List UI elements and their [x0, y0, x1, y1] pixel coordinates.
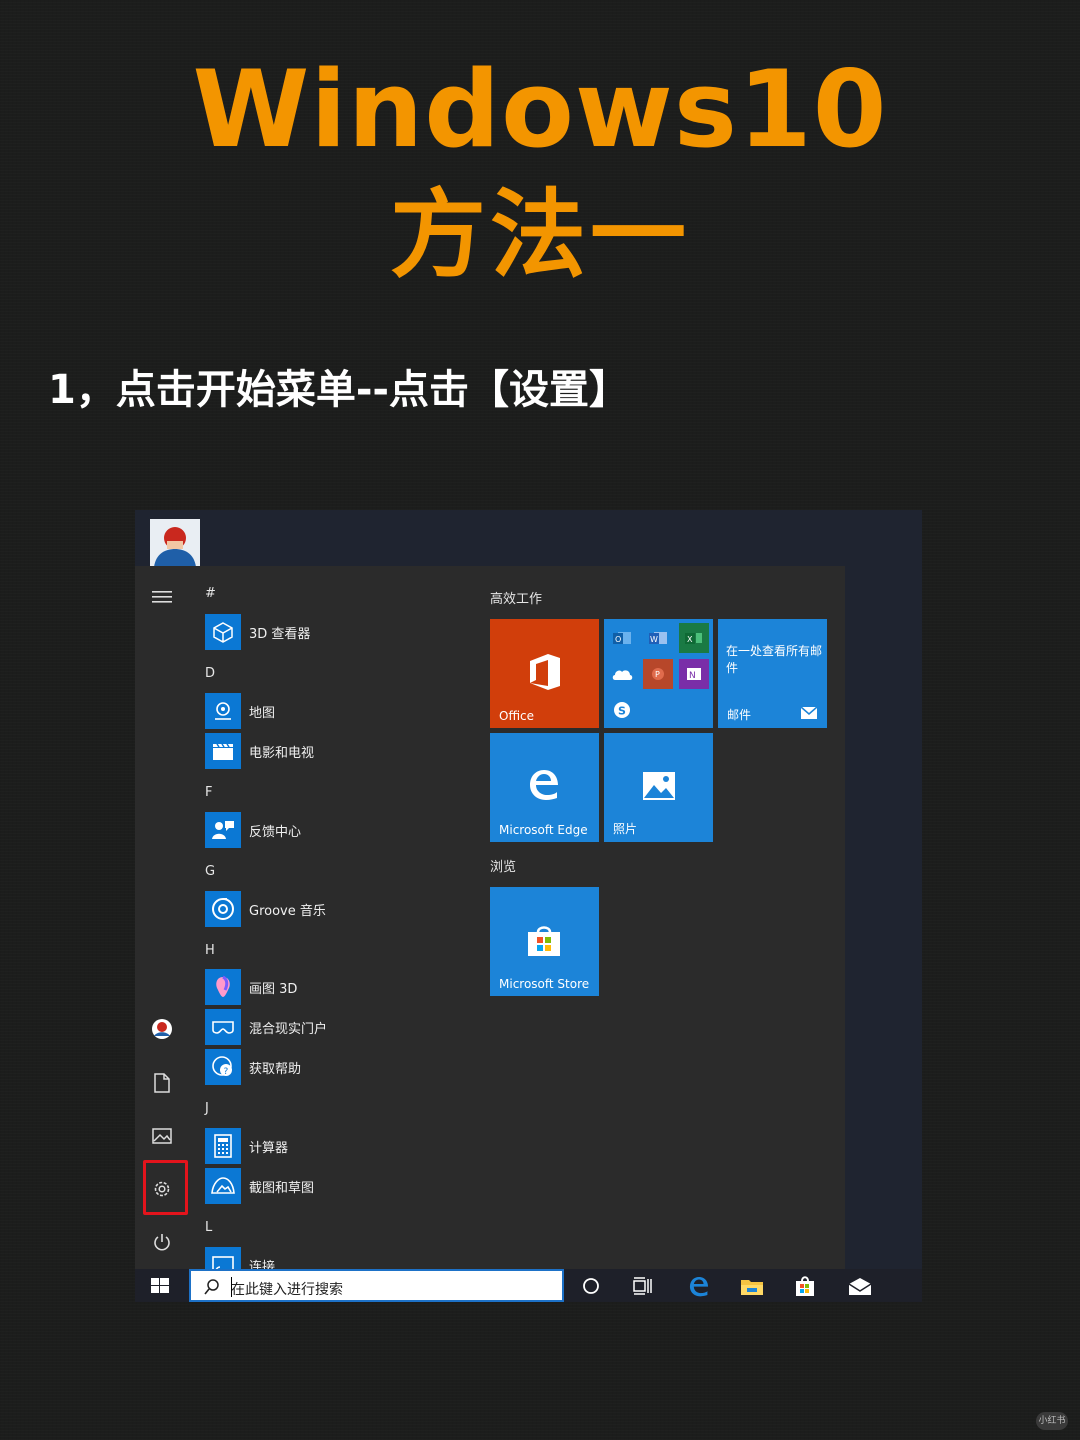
svg-text:N: N [689, 671, 696, 681]
tile-photos[interactable]: 照片 [604, 733, 713, 842]
app-calculator[interactable]: 计算器 [205, 1128, 288, 1164]
tile-microsoft-edge[interactable]: Microsoft Edge [490, 733, 599, 842]
user-avatar[interactable] [150, 519, 200, 567]
cortana-icon[interactable] [579, 1275, 603, 1297]
app-maps[interactable]: 地图 [205, 693, 275, 729]
section-letter[interactable]: # [205, 586, 216, 601]
word-icon[interactable]: W [643, 623, 673, 653]
group-title-productivity[interactable]: 高效工作 [490, 588, 542, 607]
edge-icon [530, 770, 558, 800]
tile-office[interactable]: Office [490, 619, 599, 728]
windows-start-icon[interactable] [149, 1277, 171, 1295]
app-paint-3d[interactable]: 画图 3D [205, 969, 297, 1005]
section-letter[interactable]: D [205, 666, 215, 681]
help-icon: ? [205, 1049, 241, 1085]
office-logo-icon [530, 654, 560, 690]
search-placeholder: 在此键入进行搜索 [231, 1282, 343, 1298]
app-get-help[interactable]: ? 获取帮助 [205, 1049, 301, 1085]
hamburger-menu-icon[interactable] [143, 578, 181, 616]
watermark-logo: 小红书 [1036, 1412, 1068, 1430]
map-pin-icon [205, 693, 241, 729]
task-view-icon[interactable] [631, 1275, 655, 1297]
tile-office-apps-folder[interactable]: O W X P N S [604, 619, 713, 728]
svg-text:X: X [687, 635, 693, 644]
mail-taskbar-icon[interactable] [847, 1275, 871, 1297]
tile-label: 照片 [613, 822, 638, 836]
svg-text:P: P [655, 670, 660, 679]
tile-label: Microsoft Store [499, 977, 590, 991]
feedback-icon [205, 812, 241, 848]
file-explorer-icon[interactable] [740, 1275, 764, 1297]
app-label: 3D 查看器 [249, 626, 311, 642]
mail-envelope-icon [800, 706, 818, 719]
documents-icon[interactable] [143, 1064, 181, 1102]
onenote-icon[interactable]: N [679, 659, 709, 689]
photos-icon [643, 772, 675, 800]
tile-label: 邮件 [727, 708, 752, 722]
svg-text:W: W [650, 635, 658, 644]
app-groove-music[interactable]: Groove 音乐 [205, 891, 326, 927]
app-label: 地图 [249, 705, 276, 721]
store-bag-icon [528, 926, 560, 956]
taskbar: 在此键入进行搜索 [135, 1269, 922, 1302]
app-label: 截图和草图 [249, 1180, 315, 1196]
app-label: 画图 3D [249, 981, 298, 997]
tile-mail[interactable]: 在一处查看所有邮件 邮件 [718, 619, 827, 728]
excel-icon[interactable]: X [679, 623, 709, 653]
app-movies-tv[interactable]: 电影和电视 [205, 733, 314, 769]
app-mixed-reality-portal[interactable]: 混合现实门户 [205, 1009, 327, 1045]
page-title: Windows10 [192, 48, 888, 171]
app-3d-viewer[interactable]: 3D 查看器 [205, 614, 310, 650]
settings-highlight-box [143, 1160, 188, 1215]
app-feedback-hub[interactable]: 反馈中心 [205, 812, 301, 848]
app-list: # 3D 查看器 D 地图 电影和电视 F 反馈中心 G Groove 音乐 H… [195, 566, 485, 1283]
pictures-icon[interactable] [143, 1117, 181, 1155]
app-label: 反馈中心 [249, 824, 302, 840]
skype-icon[interactable]: S [607, 695, 637, 725]
power-icon[interactable] [143, 1223, 181, 1261]
snip-icon [205, 1168, 241, 1204]
vr-icon [205, 1009, 241, 1045]
start-rail [135, 566, 189, 1269]
start-menu-screenshot: # 3D 查看器 D 地图 电影和电视 F 反馈中心 G Groove 音乐 H… [135, 510, 922, 1302]
powerpoint-icon[interactable]: P [643, 659, 673, 689]
app-label: Groove 音乐 [249, 903, 326, 919]
section-letter[interactable]: H [205, 943, 215, 958]
store-taskbar-icon[interactable] [793, 1275, 817, 1297]
svg-text:O: O [615, 635, 621, 644]
section-letter[interactable]: F [205, 785, 212, 800]
paint-icon [205, 969, 241, 1005]
tile-label: Microsoft Edge [499, 823, 588, 837]
tile-microsoft-store[interactable]: Microsoft Store [490, 887, 599, 996]
calculator-icon [205, 1128, 241, 1164]
app-label: 电影和电视 [249, 745, 315, 761]
edge-taskbar-icon[interactable] [687, 1275, 711, 1297]
section-letter[interactable]: G [205, 864, 215, 879]
search-icon [204, 1279, 219, 1295]
search-box[interactable]: 在此键入进行搜索 [189, 1269, 564, 1302]
account-icon[interactable] [143, 1010, 181, 1048]
outlook-icon[interactable]: O [607, 623, 637, 653]
onedrive-icon[interactable] [607, 659, 637, 689]
svg-text:S: S [618, 705, 626, 718]
tile-label: Office [499, 709, 535, 723]
section-letter[interactable]: J [205, 1101, 209, 1116]
app-snip-sketch[interactable]: 截图和草图 [205, 1168, 314, 1204]
app-label: 计算器 [249, 1140, 289, 1156]
section-letter[interactable]: L [205, 1220, 212, 1235]
app-label: 获取帮助 [249, 1061, 302, 1077]
group-title-browse[interactable]: 浏览 [490, 856, 516, 875]
svg-text:?: ? [224, 1067, 229, 1077]
step-instruction: 1，点击开始菜单--点击【设置】 [48, 367, 630, 413]
start-menu: # 3D 查看器 D 地图 电影和电视 F 反馈中心 G Groove 音乐 H… [135, 566, 845, 1283]
music-icon [205, 891, 241, 927]
cube-icon [205, 614, 241, 650]
page-subtitle: 方法一 [390, 179, 690, 291]
mail-tile-text: 在一处查看所有邮件 [726, 644, 823, 675]
app-label: 混合现实门户 [249, 1021, 328, 1037]
clapper-icon [205, 733, 241, 769]
